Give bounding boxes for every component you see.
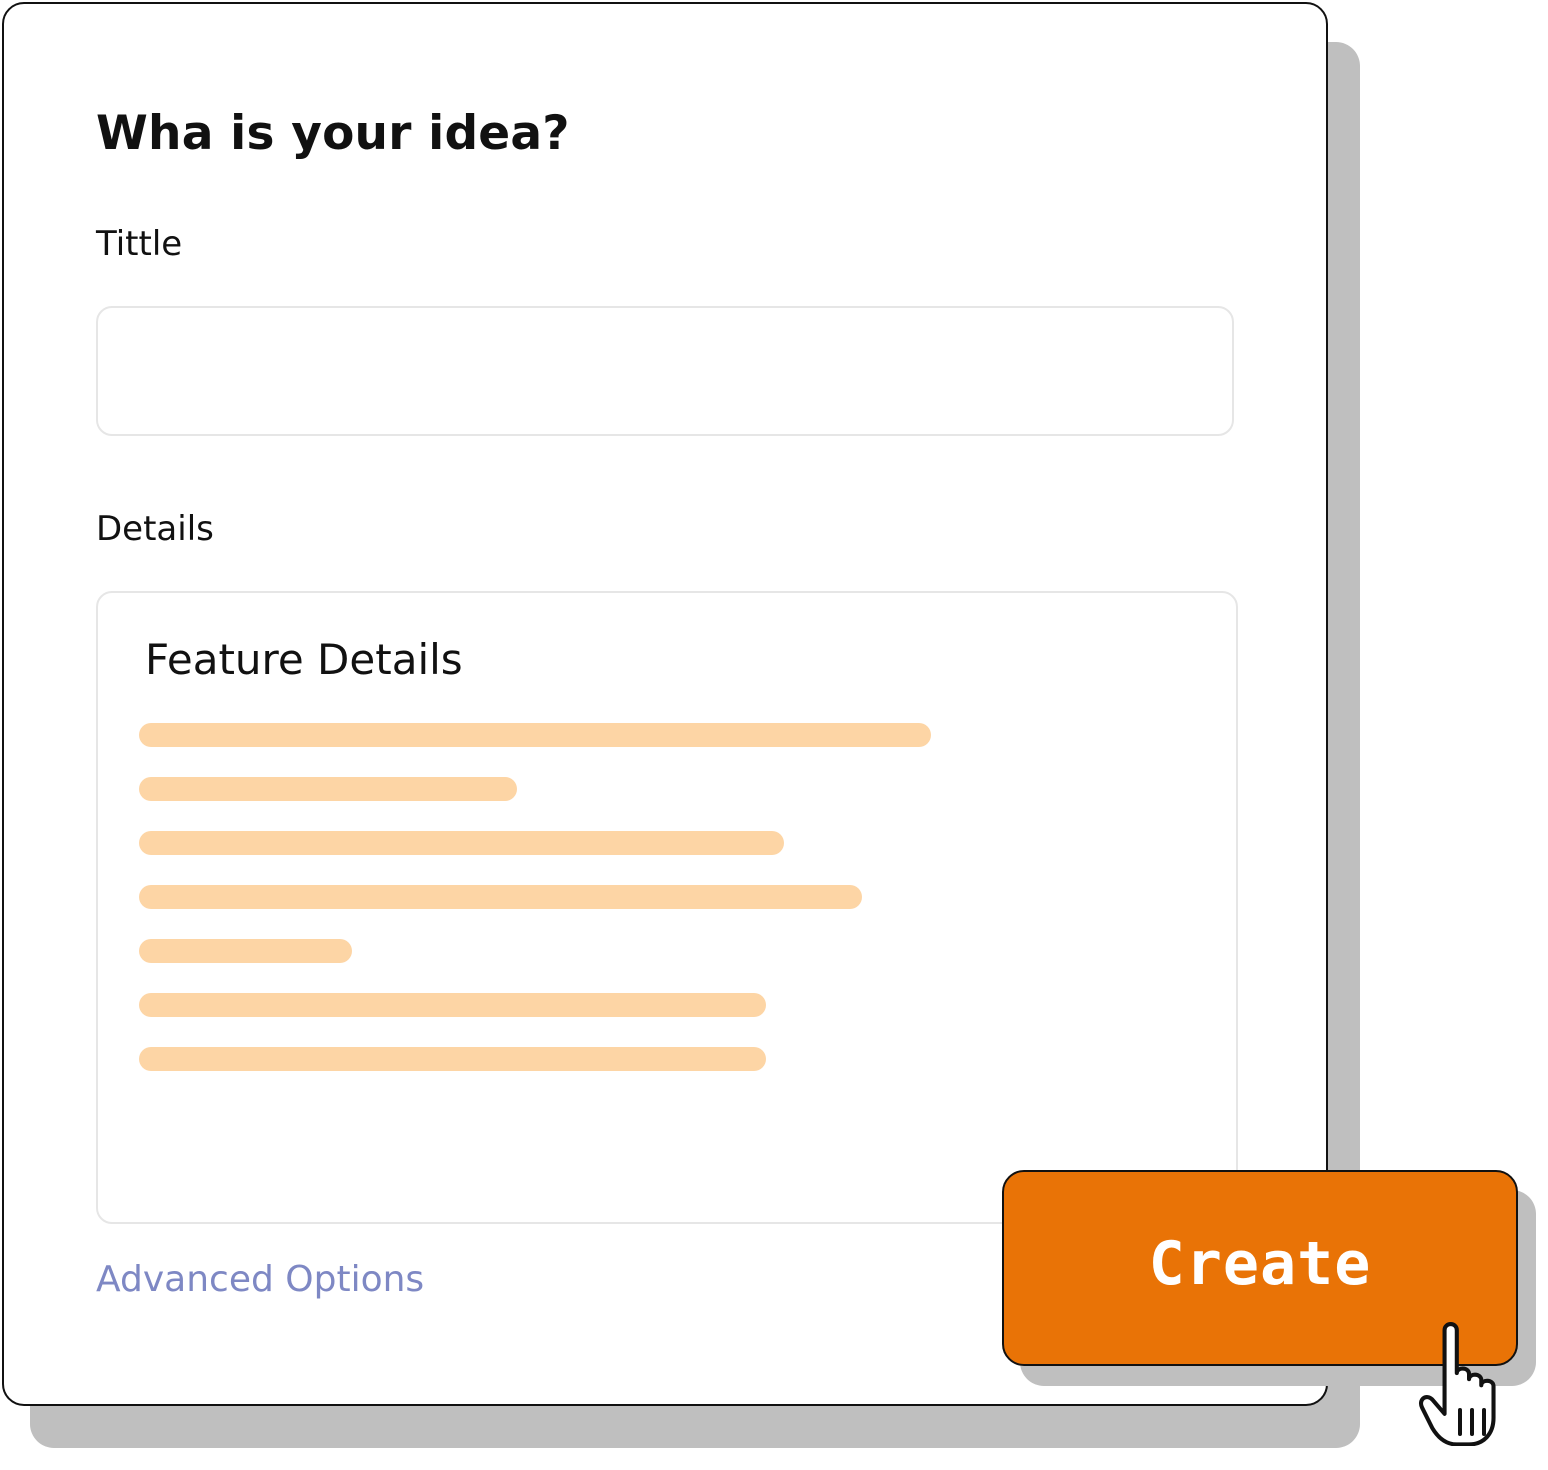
- details-editor[interactable]: Feature Details: [96, 591, 1238, 1224]
- placeholder-text-line: [139, 723, 931, 747]
- details-label: Details: [96, 509, 214, 549]
- feature-details-heading: Feature Details: [145, 635, 463, 684]
- placeholder-text-line: [139, 885, 862, 909]
- form-heading: Wha is your idea?: [96, 106, 570, 161]
- hand-pointer-icon: [1419, 1322, 1496, 1446]
- placeholder-text-line: [139, 1047, 766, 1071]
- placeholder-text-line: [139, 993, 766, 1017]
- create-button-label: Create: [1148, 1229, 1372, 1299]
- placeholder-text-line: [139, 831, 784, 855]
- stage: Wha is your idea? Tittle Details Feature…: [0, 0, 1548, 1470]
- title-input[interactable]: [96, 306, 1234, 436]
- advanced-options-link[interactable]: Advanced Options: [96, 1259, 424, 1300]
- placeholder-text-line: [139, 777, 517, 801]
- title-label: Tittle: [96, 224, 183, 264]
- placeholder-text-line: [139, 939, 352, 963]
